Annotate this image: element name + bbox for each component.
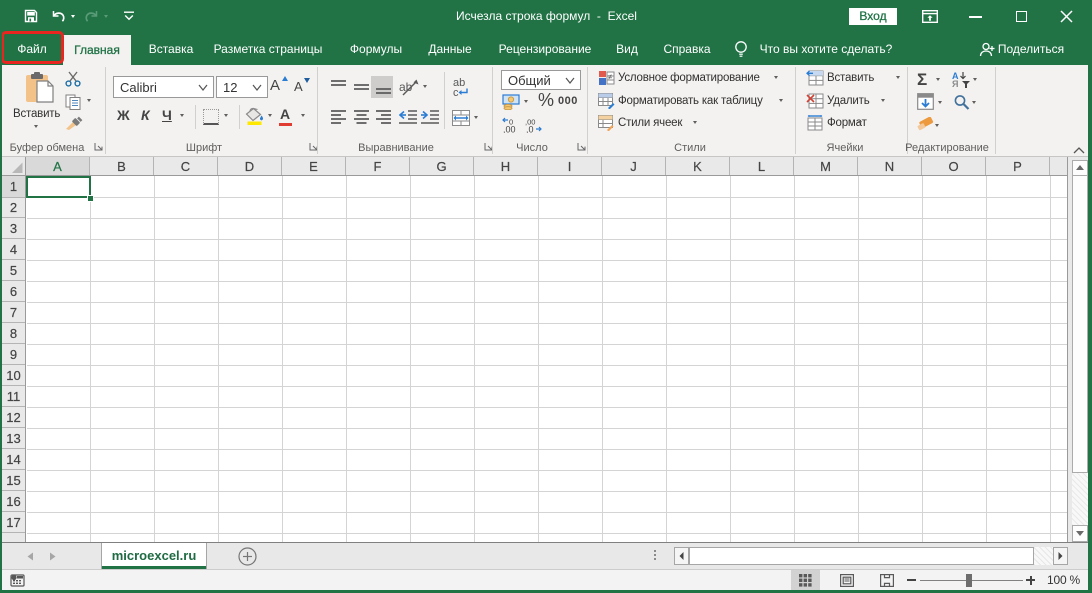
svg-text:c: c xyxy=(453,87,459,98)
svg-text:,0: ,0 xyxy=(526,125,534,134)
svg-text:≠: ≠ xyxy=(608,73,613,82)
svg-text:,00: ,00 xyxy=(503,125,516,134)
svg-text:Я: Я xyxy=(952,79,958,88)
